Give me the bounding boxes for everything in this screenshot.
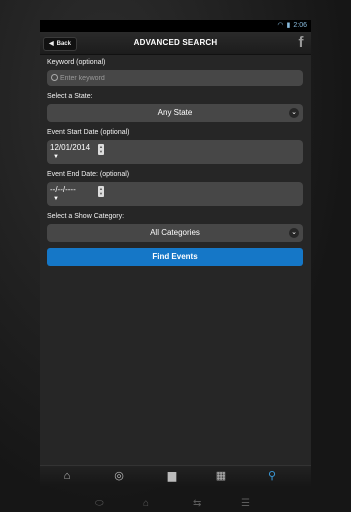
chevron-down-icon: ⌄ xyxy=(289,108,299,118)
start-date-label: Event Start Date (optional) xyxy=(47,129,130,136)
advanced-search-form: Keyword (optional) Select a State: Any S… xyxy=(47,58,303,266)
date-spinner[interactable]: ▲ ▼ xyxy=(98,144,104,155)
date-spinner[interactable]: ▲ ▼ xyxy=(98,186,104,197)
recents-nav-icon[interactable]: ⇆ xyxy=(193,496,201,512)
android-nav-bar: ⬭ ⌂ ⇆ ☰ xyxy=(40,496,311,512)
compass-icon[interactable]: ◎ xyxy=(110,468,128,484)
start-date-field[interactable]: 12/01/2014 ▼ ▲ ▼ xyxy=(47,140,303,164)
grid-icon[interactable]: ▦ xyxy=(212,468,230,484)
chevron-down-icon: ⌄ xyxy=(289,228,299,238)
end-date-field[interactable]: --/--/---- ▼ ▲ ▼ xyxy=(47,182,303,206)
home-nav-icon[interactable]: ⌂ xyxy=(143,496,149,512)
state-select[interactable]: Any State ⌄ xyxy=(47,104,303,122)
category-select[interactable]: All Categories ⌄ xyxy=(47,224,303,242)
wifi-icon: ◠ xyxy=(277,22,284,29)
status-bar: ◠ ▮ 2:06 xyxy=(40,20,311,32)
bottom-tab-bar: ⌂ ◎ ▆ ▦ ⚲ xyxy=(40,465,311,486)
status-icons: ◠ ▮ 2:06 xyxy=(277,20,307,32)
battery-icon: ▮ xyxy=(286,22,291,29)
search-icon xyxy=(51,74,58,81)
menu-nav-icon[interactable]: ☰ xyxy=(241,496,250,512)
category-label: Select a Show Category: xyxy=(47,213,125,220)
dropdown-triangle-icon: ▼ xyxy=(53,196,59,202)
end-date-label: Event End Date: (optional) xyxy=(47,171,130,178)
find-events-button[interactable]: Find Events xyxy=(47,248,303,266)
facebook-icon[interactable]: f xyxy=(295,35,307,51)
start-date-value: 12/01/2014 xyxy=(50,143,91,152)
app-header: ◀ Back ADVANCED SEARCH f xyxy=(40,32,311,55)
search-icon[interactable]: ⚲ xyxy=(263,468,281,484)
dropdown-triangle-icon: ▼ xyxy=(53,154,59,160)
keyword-label: Keyword (optional) xyxy=(47,59,106,66)
home-icon[interactable]: ⌂ xyxy=(58,468,76,484)
app-screen: ◠ ▮ 2:06 ◀ Back ADVANCED SEARCH f Keywor… xyxy=(40,20,311,486)
keyword-field[interactable] xyxy=(47,70,303,86)
usa-map-icon[interactable]: ▆ xyxy=(160,468,184,484)
status-time: 2:06 xyxy=(293,22,307,29)
category-value: All Categories xyxy=(150,228,200,237)
end-date-value: --/--/---- xyxy=(50,185,76,194)
page-title: ADVANCED SEARCH xyxy=(133,38,218,47)
back-nav-icon[interactable]: ⬭ xyxy=(95,496,104,512)
state-label: Select a State: xyxy=(47,93,93,100)
state-value: Any State xyxy=(157,108,193,117)
keyword-input[interactable] xyxy=(60,70,290,86)
